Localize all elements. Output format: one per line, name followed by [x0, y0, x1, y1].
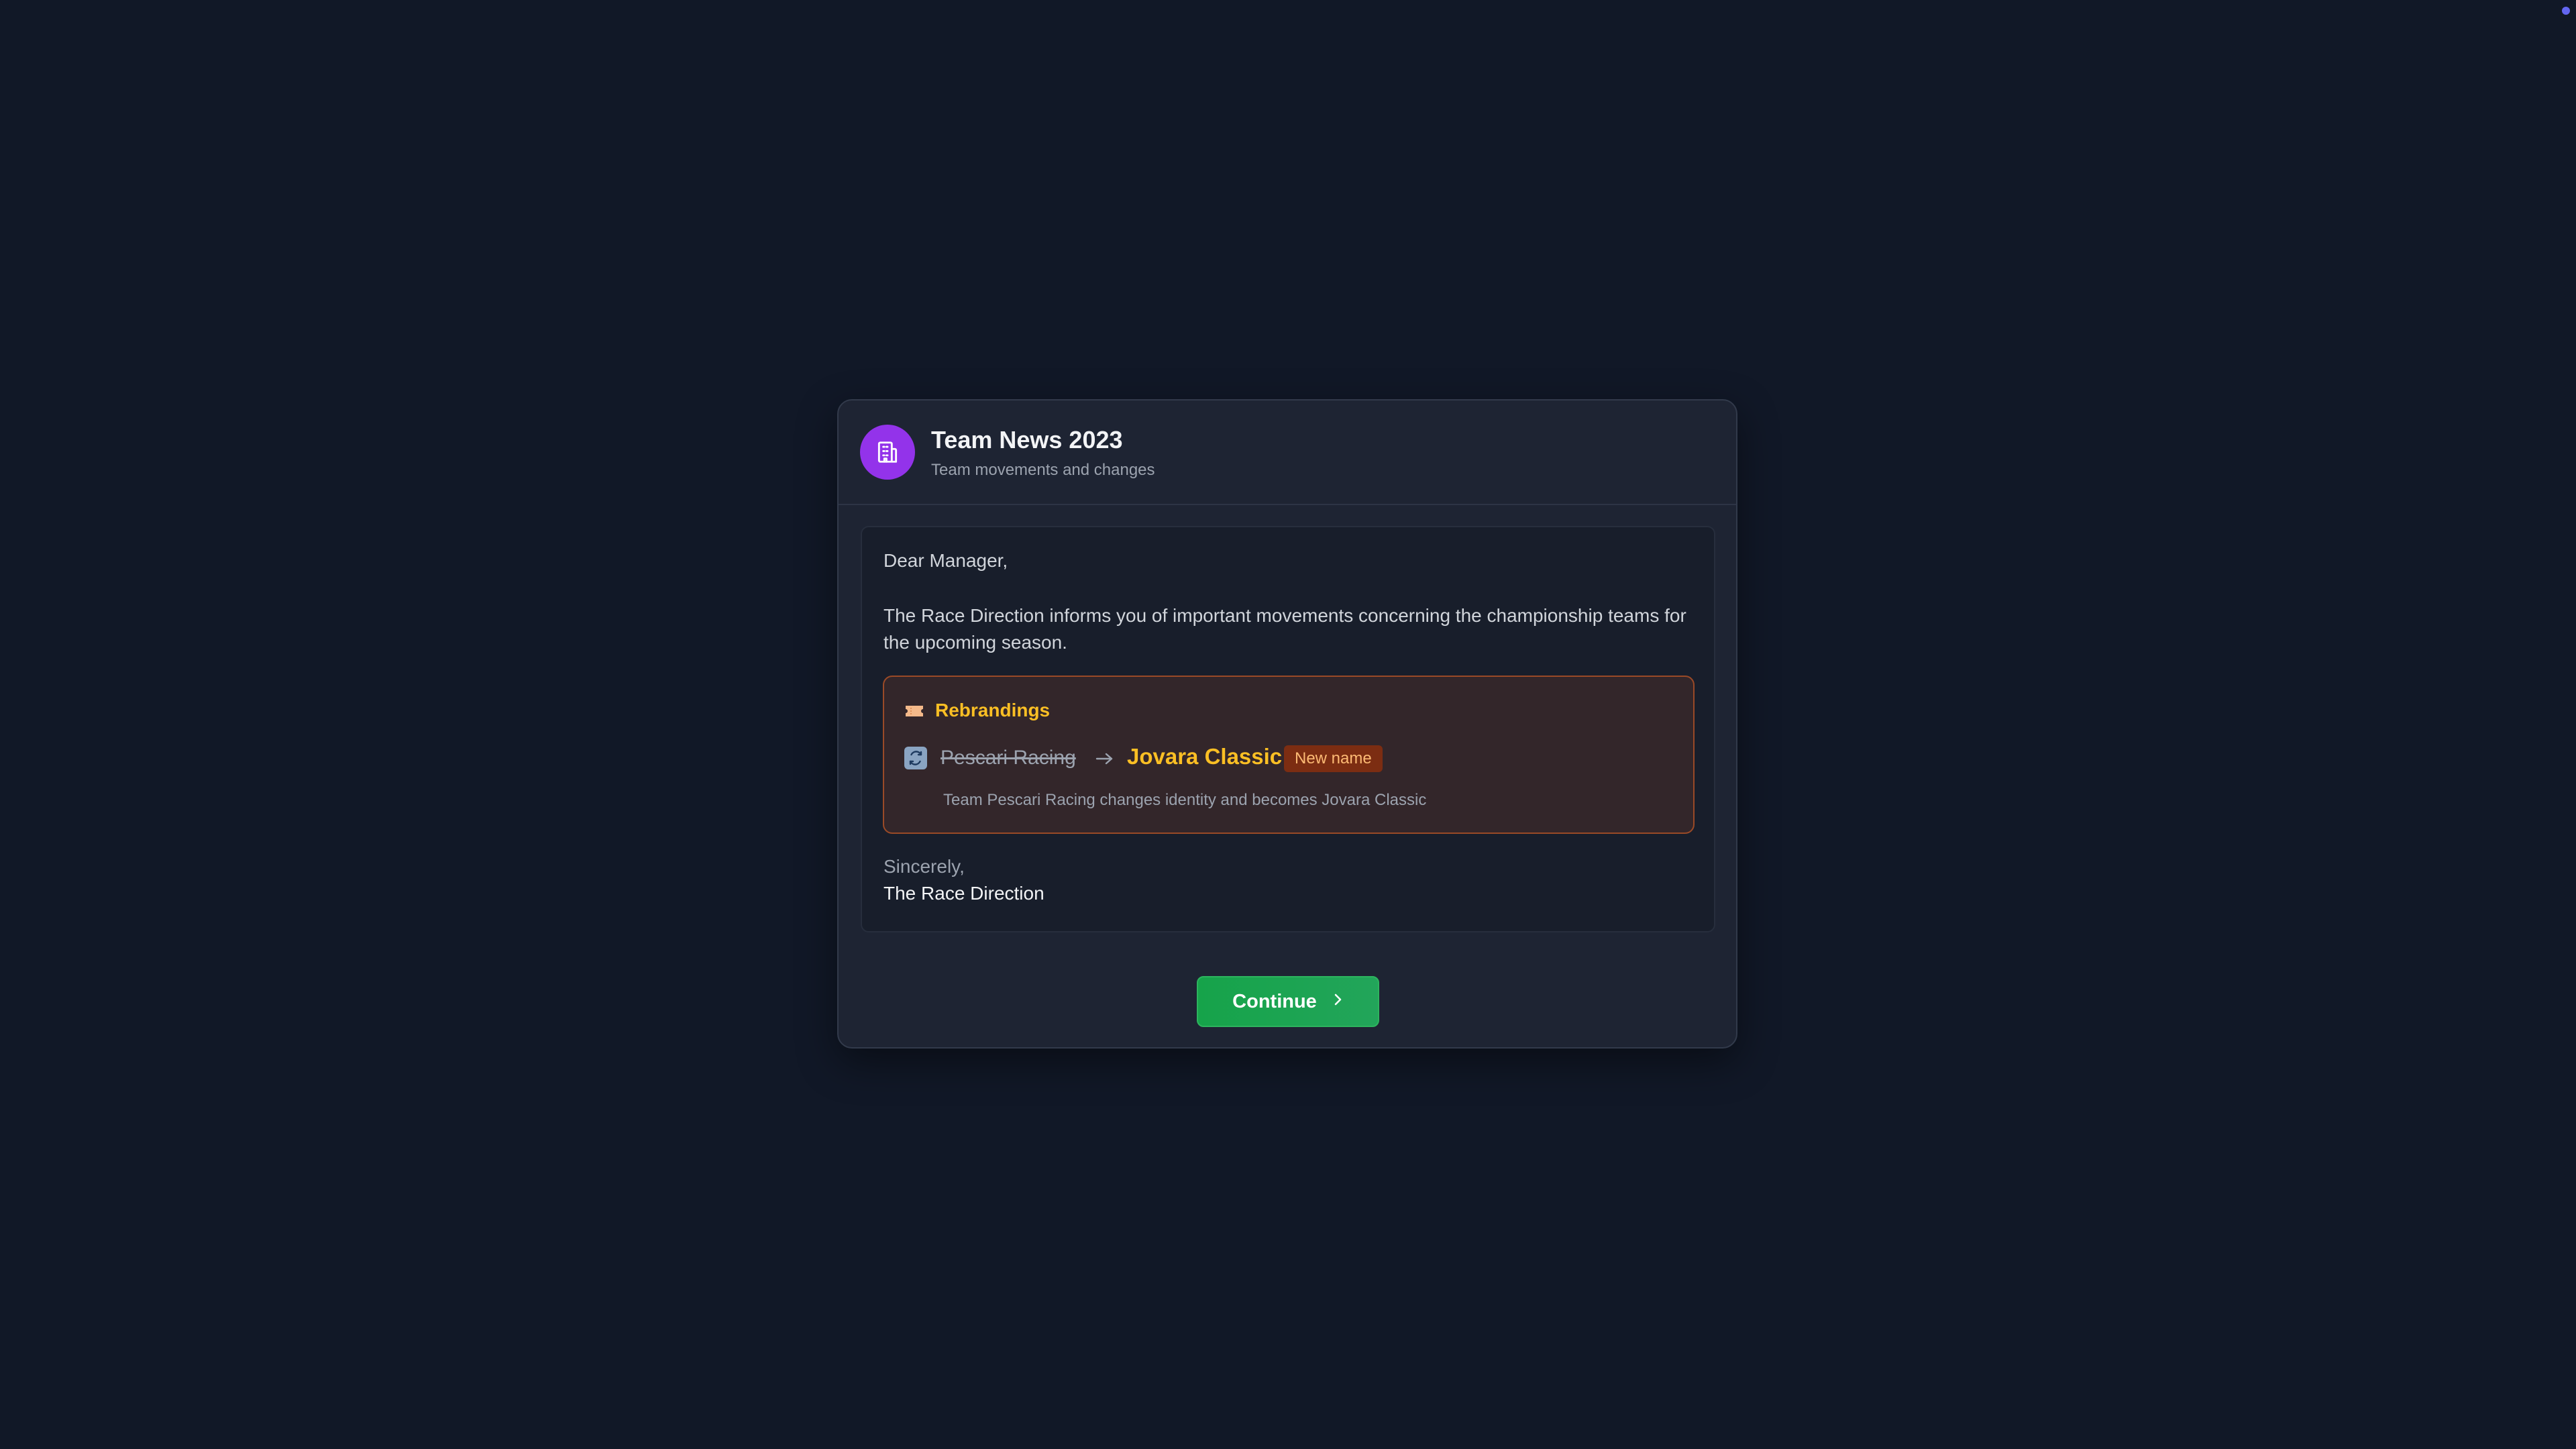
- continue-button[interactable]: Continue: [1197, 976, 1379, 1027]
- letter-signature: The Race Direction: [883, 883, 1044, 904]
- letter-intro: The Race Direction informs you of import…: [883, 605, 1686, 653]
- rebrandings-section: Rebrandings Pescari Racing Jovara Classi…: [883, 676, 1695, 834]
- rebrand-description: Team Pescari Racing changes identity and…: [943, 791, 1427, 809]
- old-team-name: Pescari Racing: [941, 747, 1076, 769]
- letter-greeting: Dear Manager,: [883, 550, 1008, 571]
- news-letter: Dear Manager, The Race Direction informs…: [861, 526, 1715, 932]
- refresh-icon: [904, 747, 927, 769]
- modal-title: Team News 2023: [931, 426, 1123, 453]
- arrow-right-icon: [1095, 751, 1115, 770]
- new-name-badge: New name: [1284, 745, 1383, 772]
- team-news-modal: Team News 2023 Team movements and change…: [837, 399, 1737, 1049]
- ticket-icon: [904, 704, 924, 722]
- page: Team News 2023 Team movements and change…: [0, 0, 2576, 1449]
- chevron-right-icon: [1332, 991, 1344, 1013]
- letter-signoff: Sincerely,: [883, 856, 965, 877]
- status-dot: [2562, 7, 2570, 15]
- building-icon: [860, 425, 915, 480]
- modal-subtitle: Team movements and changes: [931, 461, 1155, 479]
- new-team-name: Jovara Classic: [1127, 744, 1283, 769]
- modal-header: Team News 2023 Team movements and change…: [839, 400, 1736, 505]
- rebrandings-label: Rebrandings: [935, 700, 1051, 720]
- continue-label: Continue: [1232, 990, 1317, 1012]
